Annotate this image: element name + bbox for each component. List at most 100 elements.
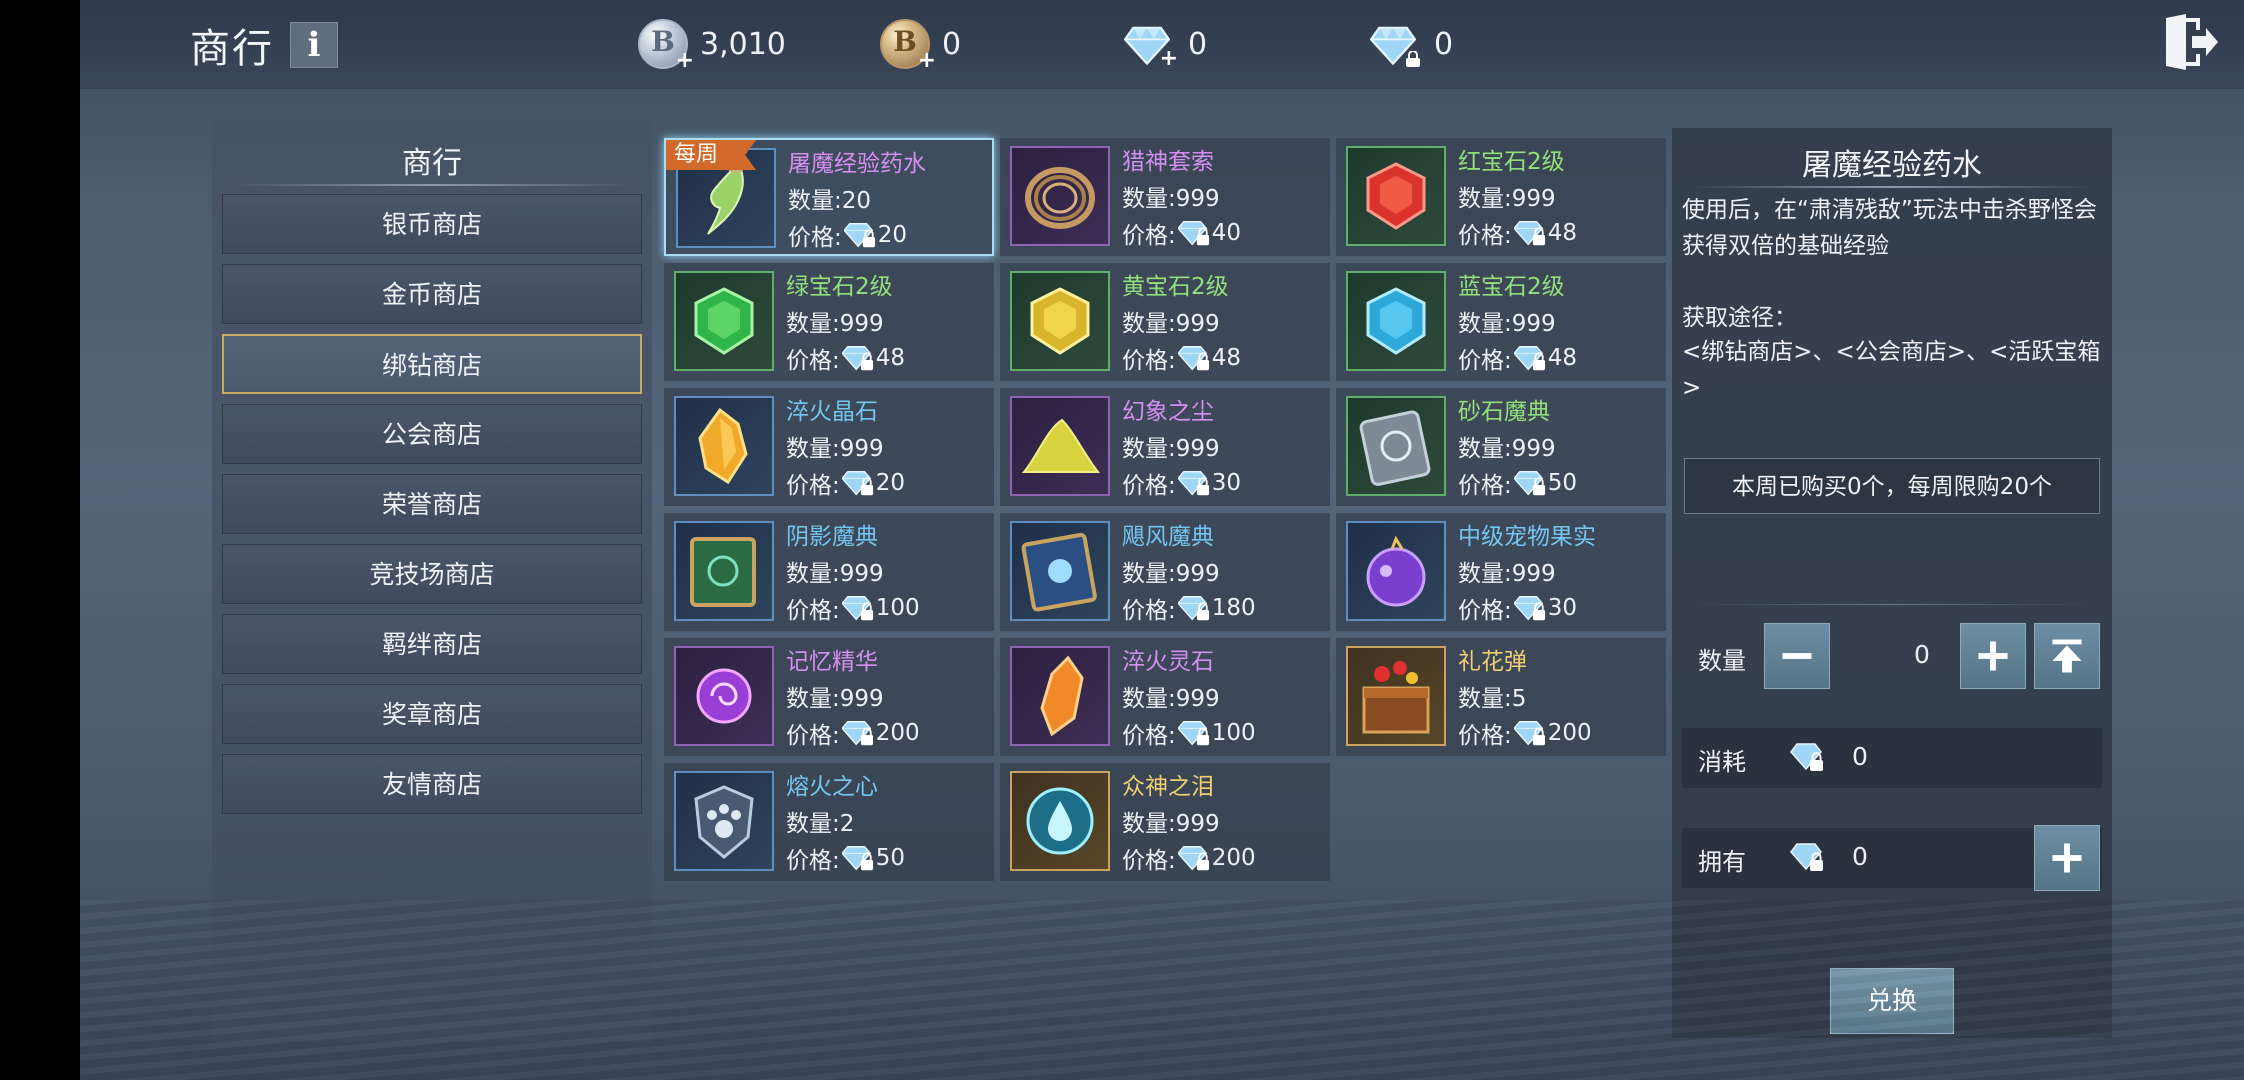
item-price: 价格: 20 bbox=[788, 218, 907, 252]
currency-bound-silver[interactable]: B + 3,010 bbox=[638, 16, 786, 73]
item-name: 飓风魔典 bbox=[1122, 524, 1214, 550]
item-price: 价格: 48 bbox=[1122, 341, 1241, 375]
shop-item-card[interactable]: 绿宝石2级 数量:999 价格: 48 bbox=[664, 263, 994, 381]
shop-item-card[interactable]: 飓风魔典 数量:999 价格: 180 bbox=[1000, 513, 1330, 631]
lock-icon bbox=[1406, 51, 1420, 67]
recharge-button[interactable] bbox=[2034, 825, 2100, 891]
bound-diamond-icon bbox=[840, 468, 876, 498]
item-thumbnail bbox=[1010, 271, 1110, 371]
price-prefix: 价格: bbox=[1458, 598, 1512, 624]
gold-coin-icon: B + bbox=[880, 19, 936, 73]
sidebar-item[interactable]: 友情商店 bbox=[222, 754, 642, 814]
quantity-value[interactable]: 0 bbox=[1882, 640, 1962, 669]
quantity-value: 999 bbox=[1175, 436, 1220, 462]
quantity-prefix: 数量: bbox=[786, 436, 840, 462]
quantity-prefix: 数量: bbox=[786, 561, 840, 587]
item-price: 价格: 100 bbox=[1122, 716, 1256, 750]
item-name: 中级宠物果实 bbox=[1458, 524, 1596, 550]
price-prefix: 价格: bbox=[1122, 723, 1176, 749]
bound-diamond-icon bbox=[1512, 468, 1548, 498]
max-button[interactable] bbox=[2034, 623, 2100, 689]
pet-fruit-icon bbox=[1366, 535, 1426, 607]
shop-item-card[interactable]: 幻象之尘 数量:999 价格: 30 bbox=[1000, 388, 1330, 506]
quantity-prefix: 数量: bbox=[1458, 561, 1512, 587]
item-quantity: 数量:20 bbox=[788, 181, 871, 215]
dust-pile-icon bbox=[1021, 418, 1101, 473]
info-button[interactable]: i bbox=[290, 22, 338, 68]
shop-item-card[interactable]: 猎神套索 数量:999 价格: 40 bbox=[1000, 138, 1330, 256]
bound-diamond-icon bbox=[1176, 843, 1212, 873]
cost-value: 0 bbox=[1852, 742, 1868, 771]
item-quantity: 数量:999 bbox=[1458, 179, 1556, 213]
currency-value: 0 bbox=[942, 26, 962, 62]
sidebar-item[interactable]: 公会商店 bbox=[222, 404, 642, 464]
item-name: 熔火之心 bbox=[786, 774, 878, 800]
quantity-prefix: 数量: bbox=[1458, 311, 1512, 337]
owned-label: 拥有 bbox=[1698, 848, 1746, 876]
item-thumbnail bbox=[1010, 771, 1110, 871]
shop-item-card[interactable]: 每周 屠魔经验药水 数量:20 价格: 20 bbox=[664, 138, 994, 256]
shop-item-card[interactable]: 礼花弹 数量:5 价格: 200 bbox=[1336, 638, 1666, 756]
currency-diamond[interactable]: + 0 bbox=[1123, 16, 1208, 72]
sidebar-item[interactable]: 羁绊商店 bbox=[222, 614, 642, 674]
source-label: 获取途径： bbox=[1682, 305, 1797, 331]
item-name: 蓝宝石2级 bbox=[1458, 274, 1565, 300]
quantity-prefix: 数量: bbox=[1458, 186, 1512, 212]
shop-item-card[interactable]: 中级宠物果实 数量:999 价格: 30 bbox=[1336, 513, 1666, 631]
exchange-button[interactable]: 兑换 bbox=[1830, 968, 1954, 1034]
item-thumbnail bbox=[674, 271, 774, 371]
price-value: 30 bbox=[1211, 470, 1242, 496]
exit-button[interactable] bbox=[2162, 12, 2220, 72]
shop-item-card[interactable]: 熔火之心 数量:2 价格: 50 bbox=[664, 763, 994, 881]
purchase-limit: 本周已购买0个，每周限购20个 bbox=[1684, 458, 2100, 514]
sidebar-item[interactable]: 银币商店 bbox=[222, 194, 642, 254]
sidebar-item[interactable]: 荣誉商店 bbox=[222, 474, 642, 534]
price-prefix: 价格: bbox=[1122, 348, 1176, 374]
bound-diamond-icon bbox=[1176, 718, 1212, 748]
blue-gem-icon bbox=[1366, 287, 1426, 355]
sidebar-item[interactable]: 奖章商店 bbox=[222, 684, 642, 744]
shop-item-card[interactable]: 淬火晶石 数量:999 价格: 20 bbox=[664, 388, 994, 506]
currency-bound-gold[interactable]: B + 0 bbox=[880, 16, 962, 73]
item-name: 礼花弹 bbox=[1458, 649, 1527, 675]
item-quantity: 数量:999 bbox=[1458, 304, 1556, 338]
item-price: 价格: 100 bbox=[786, 591, 920, 625]
shop-item-card[interactable]: 蓝宝石2级 数量:999 价格: 48 bbox=[1336, 263, 1666, 381]
item-detail-panel: 屠魔经验药水 使用后，在“肃清残敌”玩法中击杀野怪会获得双倍的基础经验 获取途径… bbox=[1672, 128, 2112, 1038]
quantity-value: 999 bbox=[1511, 311, 1556, 337]
price-prefix: 价格: bbox=[1122, 848, 1176, 874]
decrease-button[interactable] bbox=[1764, 623, 1830, 689]
shop-item-card[interactable]: 黄宝石2级 数量:999 价格: 48 bbox=[1000, 263, 1330, 381]
increase-button[interactable] bbox=[1960, 623, 2026, 689]
stone-tome-icon bbox=[1359, 410, 1431, 486]
amber-crystal-icon bbox=[698, 407, 748, 485]
shop-item-card[interactable]: 红宝石2级 数量:999 价格: 48 bbox=[1336, 138, 1666, 256]
shop-item-card[interactable]: 众神之泪 数量:999 价格: 200 bbox=[1000, 763, 1330, 881]
shop-item-card[interactable]: 阴影魔典 数量:999 价格: 100 bbox=[664, 513, 994, 631]
item-price: 价格: 200 bbox=[1458, 716, 1592, 750]
quantity-prefix: 数量: bbox=[1122, 311, 1176, 337]
diamond-icon: + bbox=[1123, 21, 1178, 71]
item-quantity: 数量:999 bbox=[786, 679, 884, 713]
quantity-value: 999 bbox=[1511, 436, 1556, 462]
item-name: 绿宝石2级 bbox=[786, 274, 893, 300]
currency-value: 0 bbox=[1188, 26, 1208, 62]
shop-item-card[interactable]: 砂石魔典 数量:999 价格: 50 bbox=[1336, 388, 1666, 506]
quantity-value: 999 bbox=[1175, 686, 1220, 712]
firework-chest-icon bbox=[1362, 661, 1430, 734]
sidebar-item[interactable]: 竞技场商店 bbox=[222, 544, 642, 604]
green-gem-icon bbox=[694, 287, 754, 355]
divider bbox=[1692, 604, 2092, 605]
orange-crystal-icon bbox=[1040, 655, 1084, 737]
shop-item-card[interactable]: 淬火灵石 数量:999 价格: 100 bbox=[1000, 638, 1330, 756]
quantity-value: 2 bbox=[839, 811, 855, 837]
sidebar-item[interactable]: 绑钻商店 bbox=[222, 334, 642, 394]
price-value: 20 bbox=[877, 222, 908, 248]
bound-diamond-icon bbox=[842, 220, 878, 250]
sidebar-item[interactable]: 金币商店 bbox=[222, 264, 642, 324]
quantity-prefix: 数量: bbox=[786, 311, 840, 337]
item-name: 红宝石2级 bbox=[1458, 149, 1565, 175]
shop-item-card[interactable]: 记忆精华 数量:999 价格: 200 bbox=[664, 638, 994, 756]
quantity-value: 999 bbox=[1175, 186, 1220, 212]
item-quantity: 数量:999 bbox=[1122, 679, 1220, 713]
